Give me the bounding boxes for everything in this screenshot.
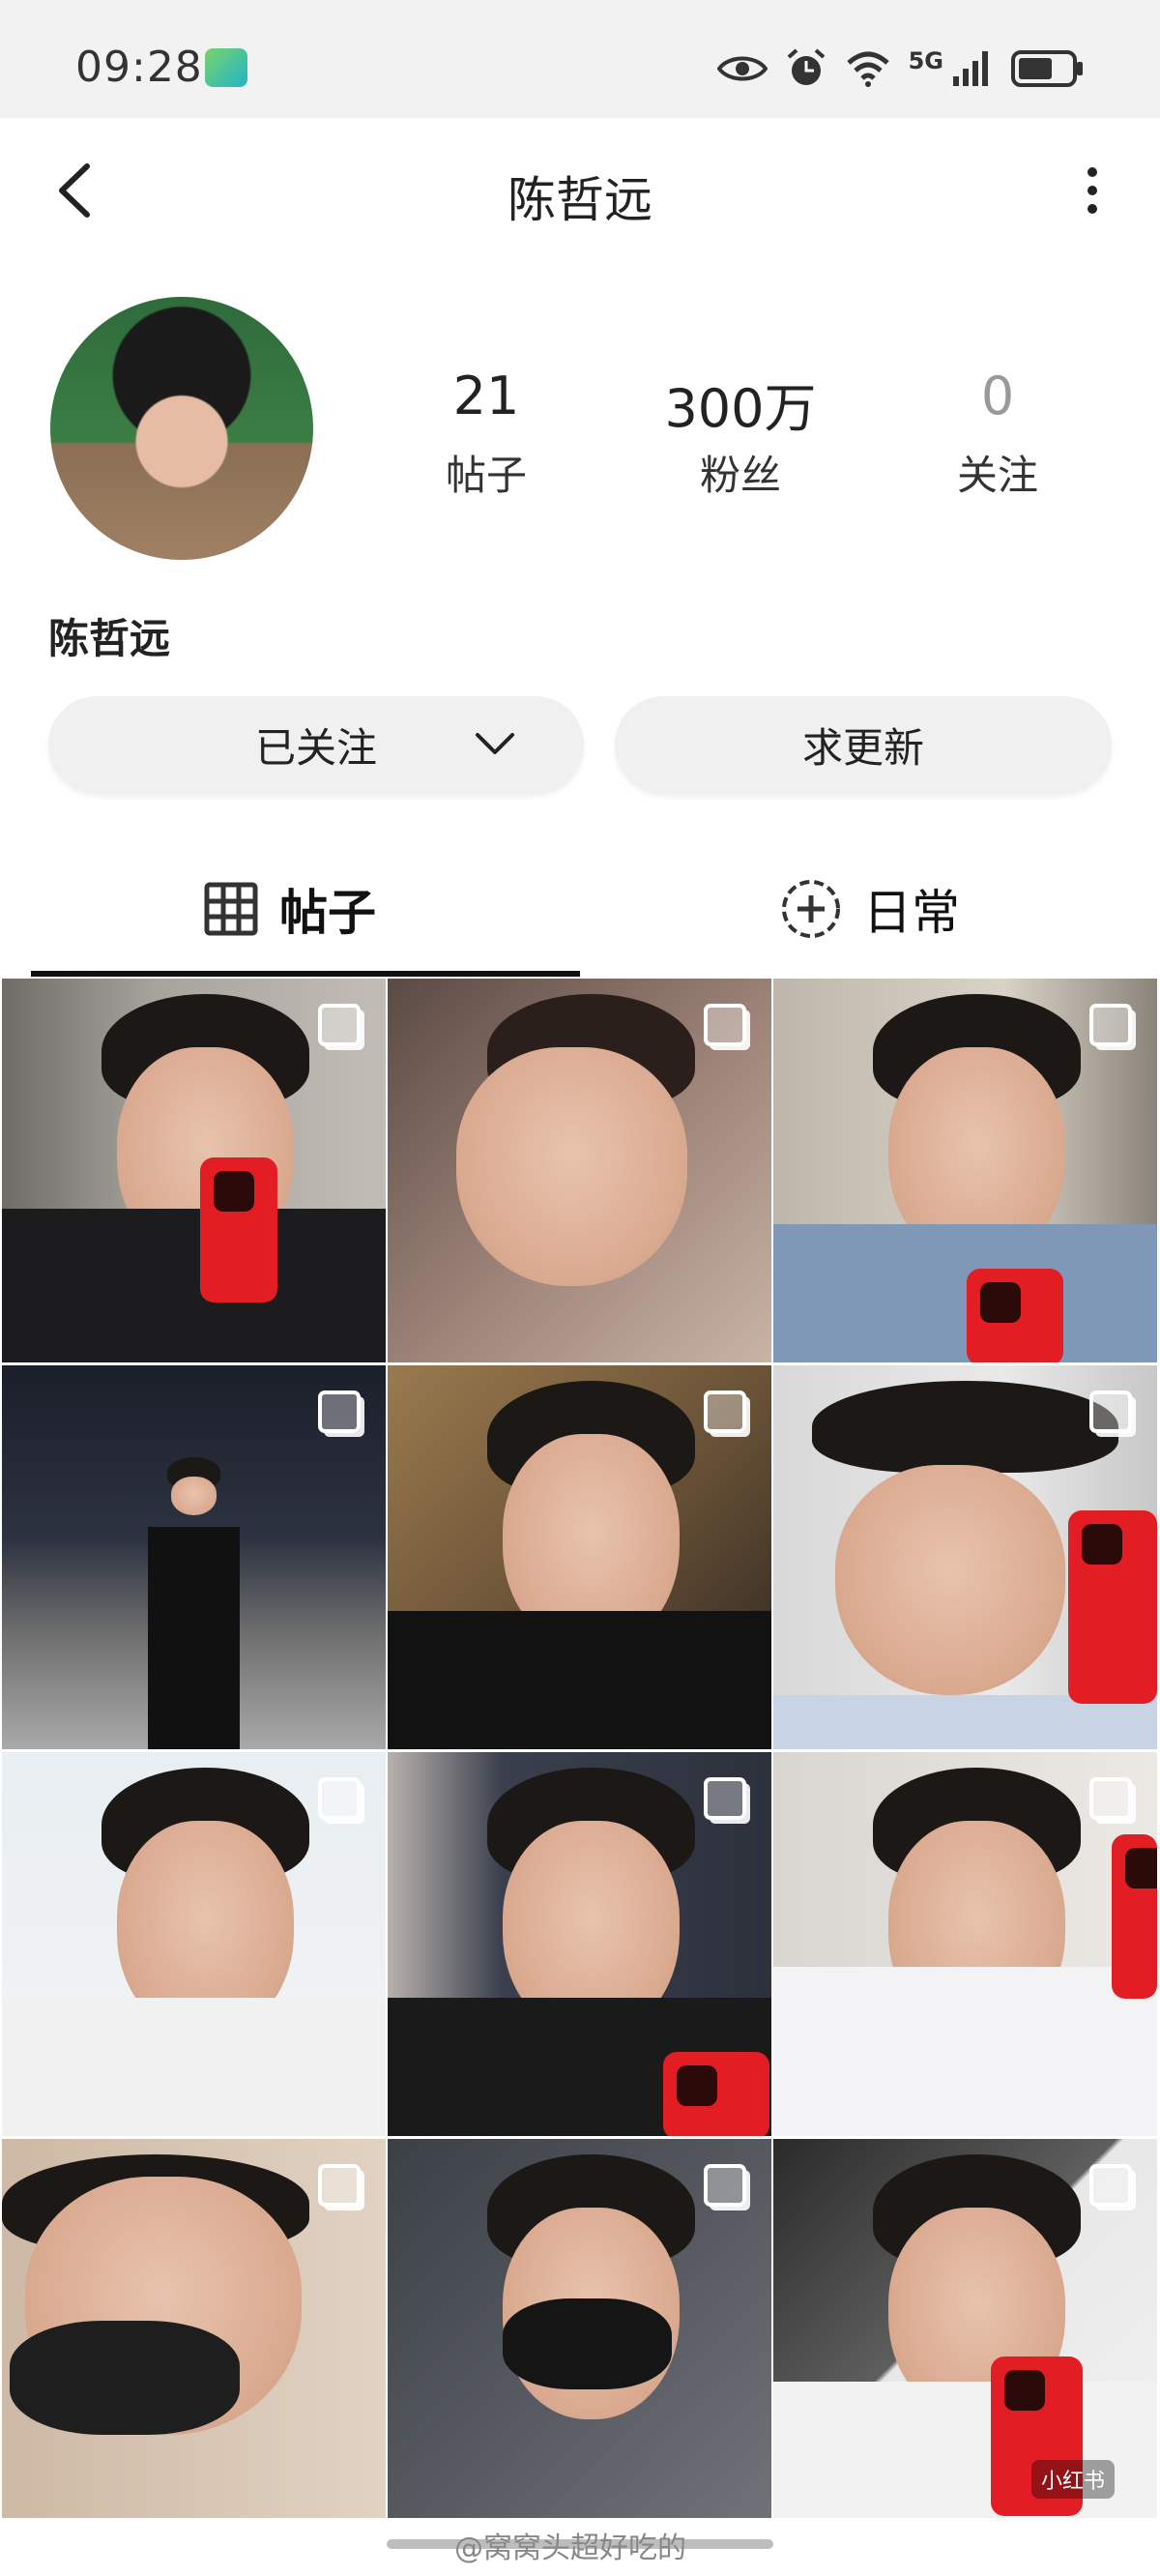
stat-value: 0 [980,366,1015,426]
status-icons: 5G [716,44,1085,93]
page-title: 陈哲远 [508,172,652,228]
body-shape [2,1209,386,1362]
chevron-down-icon [476,733,514,754]
post-thumbnail[interactable] [773,979,1157,1362]
active-tab-indicator [31,971,580,977]
multi-image-icon [704,1777,746,1820]
post-thumbnail[interactable]: 小红书 [773,2139,1157,2518]
body-shape [773,1967,1157,2136]
multi-image-icon [318,1004,361,1046]
stat-followers[interactable]: 300万 粉丝 [644,366,837,502]
follow-button[interactable]: 已关注 [48,696,584,793]
post-thumbnail[interactable] [388,1752,771,2136]
phone-prop [967,1269,1063,1362]
xiaohongshu-logo: 小红书 [1030,2460,1115,2499]
post-thumbnail[interactable] [773,1365,1157,1749]
post-thumbnail[interactable] [388,1365,771,1749]
multi-image-icon [704,1390,746,1433]
tab-daily[interactable]: 日常 [580,841,1160,977]
avatar[interactable] [50,297,313,560]
post-thumbnail[interactable] [773,1752,1157,2136]
status-bar: 09:28 5G [0,0,1160,118]
stat-posts[interactable]: 21 帖子 [390,366,583,502]
post-thumbnail[interactable] [388,979,771,1362]
stat-label: 帖子 [445,452,527,499]
face-shape [456,1047,687,1286]
stat-label: 关注 [956,452,1038,499]
alarm-icon [787,48,825,85]
request-update-button[interactable]: 求更新 [615,696,1112,793]
multi-image-icon [704,2164,746,2207]
post-thumbnail[interactable] [388,2139,771,2518]
request-update-label: 求更新 [801,723,924,772]
face-shape [170,1477,218,1515]
add-circle-icon [782,880,840,938]
more-vertical-icon[interactable] [1073,157,1112,224]
signal-icon [953,51,988,86]
multi-image-icon [1089,1777,1132,1820]
status-time: 09:28 [75,43,203,92]
phone-prop [1068,1510,1157,1704]
post-thumbnail[interactable] [2,1365,386,1749]
follow-button-label: 已关注 [254,723,377,772]
multi-image-icon [318,2164,361,2207]
multi-image-icon [704,1004,746,1046]
phone-prop [1112,1834,1157,1999]
multi-image-icon [318,1777,361,1820]
app-notification-icon [205,48,247,87]
top-nav-bar: 陈哲远 [0,118,1160,263]
post-thumbnail[interactable] [2,1752,386,2136]
multi-image-icon [318,1390,361,1433]
tab-posts[interactable]: 帖子 [0,841,580,977]
multi-image-icon [1089,2164,1132,2207]
profile-tabs: 帖子 日常 [0,841,1160,977]
face-shape [834,1465,1065,1696]
body-shape [388,1611,771,1749]
eye-icon [716,56,768,81]
stat-value: 21 [452,366,520,426]
body-shape [2,1998,386,2136]
post-thumbnail[interactable] [2,2139,386,2518]
network-type: 5G [908,47,943,74]
phone-prop [200,1157,277,1303]
body-shape [773,1224,1157,1362]
wifi-icon [846,51,889,87]
face-mask [503,2298,672,2389]
stat-label: 粉丝 [699,452,781,499]
stat-following[interactable]: 0 关注 [901,366,1094,502]
tab-label: 日常 [863,885,960,941]
multi-image-icon [1089,1004,1132,1046]
multi-image-icon [1089,1390,1132,1433]
stat-value: 300万 [664,378,817,439]
battery-icon [1011,50,1083,87]
hair-shape [811,1380,1119,1474]
grid-icon [204,882,258,936]
post-thumbnail[interactable] [2,979,386,1362]
phone-prop [663,2052,769,2136]
face-mask [9,2321,241,2435]
body-shape [147,1526,241,1749]
weibo-watermark: @窝窝头超好吃的 [454,2532,686,2565]
tab-label: 帖子 [279,885,376,941]
profile-name: 陈哲远 [48,615,171,662]
